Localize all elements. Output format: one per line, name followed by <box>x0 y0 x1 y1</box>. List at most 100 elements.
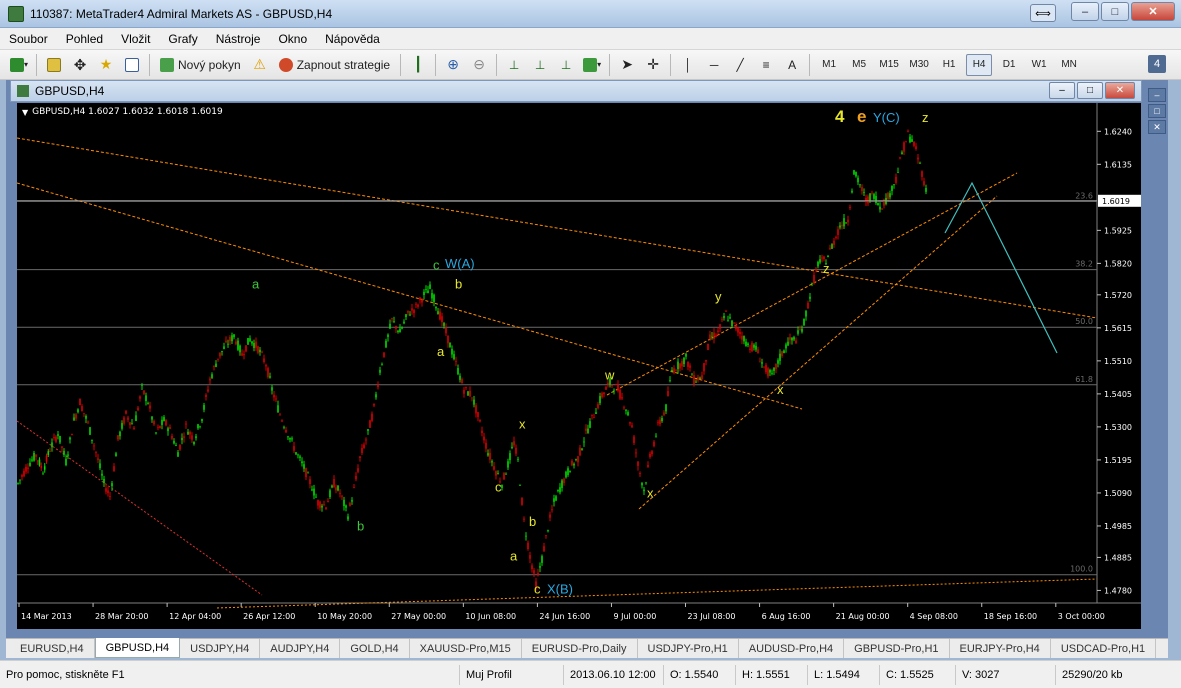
start-strategy-button[interactable]: Zapnout strategie <box>275 54 394 76</box>
bar-chart-button[interactable]: ┃ <box>407 54 429 76</box>
candle-body <box>681 361 683 367</box>
toolbar-separator <box>435 53 437 76</box>
crosshair-move-icon: ✥ <box>73 56 87 74</box>
candle-body <box>259 349 261 353</box>
timeframe-w1[interactable]: W1 <box>1026 54 1052 76</box>
chart-shift-button[interactable]: ⊥ <box>503 54 525 76</box>
candle-body <box>761 362 763 364</box>
bar-chart-icon: ┃ <box>413 56 423 72</box>
favorites-button[interactable]: ★ <box>95 54 117 76</box>
candle-body <box>299 456 301 458</box>
close-button[interactable]: ✕ <box>1131 2 1175 21</box>
vertical-line-button[interactable]: │ <box>677 54 699 76</box>
tab-usdcad-pro-h1[interactable]: USDCAD-Pro,H1 <box>1051 639 1157 658</box>
zoom-out-button[interactable]: ⊖ <box>468 54 490 76</box>
candle-body <box>239 345 241 353</box>
minimize-button[interactable]: – <box>1071 2 1099 21</box>
menu-charts[interactable]: Grafy <box>159 32 206 46</box>
auto-scroll-button[interactable]: ⊥ <box>529 54 551 76</box>
timeframe-m1[interactable]: M1 <box>816 54 842 76</box>
candle-body <box>251 341 253 344</box>
candle-body <box>701 375 703 380</box>
period-separator-button[interactable]: ⊥ <box>555 54 577 76</box>
tab-gbpusd-h4[interactable]: GBPUSD,H4 <box>94 638 181 658</box>
menu-insert[interactable]: Vložit <box>112 32 159 46</box>
timeframe-h4[interactable]: H4 <box>966 53 993 76</box>
chart-window-titlebar[interactable]: GBPUSD,H4 – □ ✕ <box>10 80 1142 102</box>
market-watch-button[interactable] <box>43 54 65 76</box>
candles-group <box>17 129 927 591</box>
mdi-close-button[interactable]: ✕ <box>1148 120 1166 134</box>
chart-window-title: GBPUSD,H4 <box>35 84 105 98</box>
candle-body <box>711 336 713 338</box>
x-tick-label: 26 Apr 12:00 <box>243 612 295 621</box>
x-tick-label: 6 Aug 16:00 <box>762 612 811 621</box>
chart-close-button[interactable]: ✕ <box>1105 82 1135 99</box>
candle-body <box>225 340 227 343</box>
y-tick-label: 1.5615 <box>1104 324 1132 333</box>
timeframe-m30[interactable]: M30 <box>906 54 932 76</box>
timeframe-m15[interactable]: M15 <box>876 54 902 76</box>
new-chart-button[interactable]: ▾ <box>8 54 30 76</box>
text-tool-button[interactable]: A <box>781 54 803 76</box>
tab-audusd-pro-h4[interactable]: AUDUSD-Pro,H4 <box>739 639 845 658</box>
maximize-button[interactable]: □ <box>1101 2 1129 21</box>
candle-body <box>541 556 543 563</box>
timeframe-h1[interactable]: H1 <box>936 54 962 76</box>
new-order-button[interactable]: Nový pokyn <box>156 54 245 76</box>
navigator-button[interactable]: ✥ <box>69 54 91 76</box>
tab-audjpy-h4[interactable]: AUDJPY,H4 <box>260 639 341 658</box>
candle-body <box>555 496 557 501</box>
menu-help[interactable]: Nápověda <box>316 32 389 46</box>
x-tick-label: 14 Mar 2013 <box>21 612 72 621</box>
candle-body <box>169 427 171 429</box>
menu-tools[interactable]: Nástroje <box>207 32 270 46</box>
crosshair-button[interactable]: ✛ <box>642 54 664 76</box>
status-help-text: Pro pomoc, stiskněte F1 <box>0 664 460 685</box>
side-panel-badge[interactable]: 4 <box>1148 55 1166 73</box>
tab-usdjpy-pro-h1[interactable]: USDJPY-Pro,H1 <box>638 639 739 658</box>
alert-button[interactable]: ⚠ <box>249 54 271 76</box>
candle-body <box>523 518 525 520</box>
candle-body <box>631 425 633 427</box>
channel-button[interactable]: ≡ <box>755 54 777 76</box>
window-titlebar[interactable]: 110387: MetaTrader4 Admiral Markets AS -… <box>0 0 1181 28</box>
chart-minimize-button[interactable]: – <box>1049 82 1075 99</box>
price-chart[interactable]: ▼ GBPUSD,H4 1.6027 1.6032 1.6018 1.6019 … <box>17 103 1141 629</box>
chart-canvas[interactable]: 23.638.250.061.8100.0abc W(A)baxcbac X(B)w… <box>17 103 1141 629</box>
timeframe-d1[interactable]: D1 <box>996 54 1022 76</box>
terminal-button[interactable] <box>121 54 143 76</box>
mdi-restore-button[interactable]: □ <box>1148 104 1166 118</box>
tab-eurjpy-pro-h4[interactable]: EURJPY-Pro,H4 <box>950 639 1051 658</box>
cursor-button[interactable]: ➤ <box>616 54 638 76</box>
candle-body <box>607 382 609 385</box>
menu-window[interactable]: Okno <box>269 32 316 46</box>
tab-usdjpy-h4[interactable]: USDJPY,H4 <box>180 639 261 658</box>
zoom-in-button[interactable]: ⊕ <box>442 54 464 76</box>
horizontal-line-button[interactable]: ─ <box>703 54 725 76</box>
trendline-button[interactable]: ╱ <box>729 54 751 76</box>
status-high: H: 1.5551 <box>736 664 808 685</box>
tab-gold-h4[interactable]: GOLD,H4 <box>340 639 410 658</box>
candle-body <box>411 308 413 311</box>
resize-arrows-icon[interactable]: ⟺ <box>1030 4 1056 22</box>
candle-body <box>579 447 581 456</box>
wave-label: b <box>529 514 536 529</box>
timeframe-m5[interactable]: M5 <box>846 54 872 76</box>
crosshair-icon: ✛ <box>647 56 659 72</box>
chart-maximize-button[interactable]: □ <box>1077 82 1103 99</box>
status-profile[interactable]: Muj Profil <box>460 664 564 685</box>
candle-body <box>189 431 191 435</box>
tab-eurusd-pro-daily[interactable]: EURUSD-Pro,Daily <box>522 639 638 658</box>
timeframe-mn[interactable]: MN <box>1056 54 1082 76</box>
candle-body <box>545 535 547 537</box>
menu-file[interactable]: Soubor <box>0 32 57 46</box>
menu-view[interactable]: Pohled <box>57 32 112 46</box>
mdi-minimize-button[interactable]: – <box>1148 88 1166 102</box>
indicators-button[interactable]: ▾ <box>581 54 603 76</box>
tab-gbpusd-pro-h1[interactable]: GBPUSD-Pro,H1 <box>844 639 950 658</box>
tab-xauusd-pro-m15[interactable]: XAUUSD-Pro,M15 <box>410 639 522 658</box>
y-tick-label: 1.4780 <box>1104 586 1132 595</box>
candle-body <box>511 446 513 449</box>
tab-eurusd-h4[interactable]: EURUSD,H4 <box>10 639 95 658</box>
